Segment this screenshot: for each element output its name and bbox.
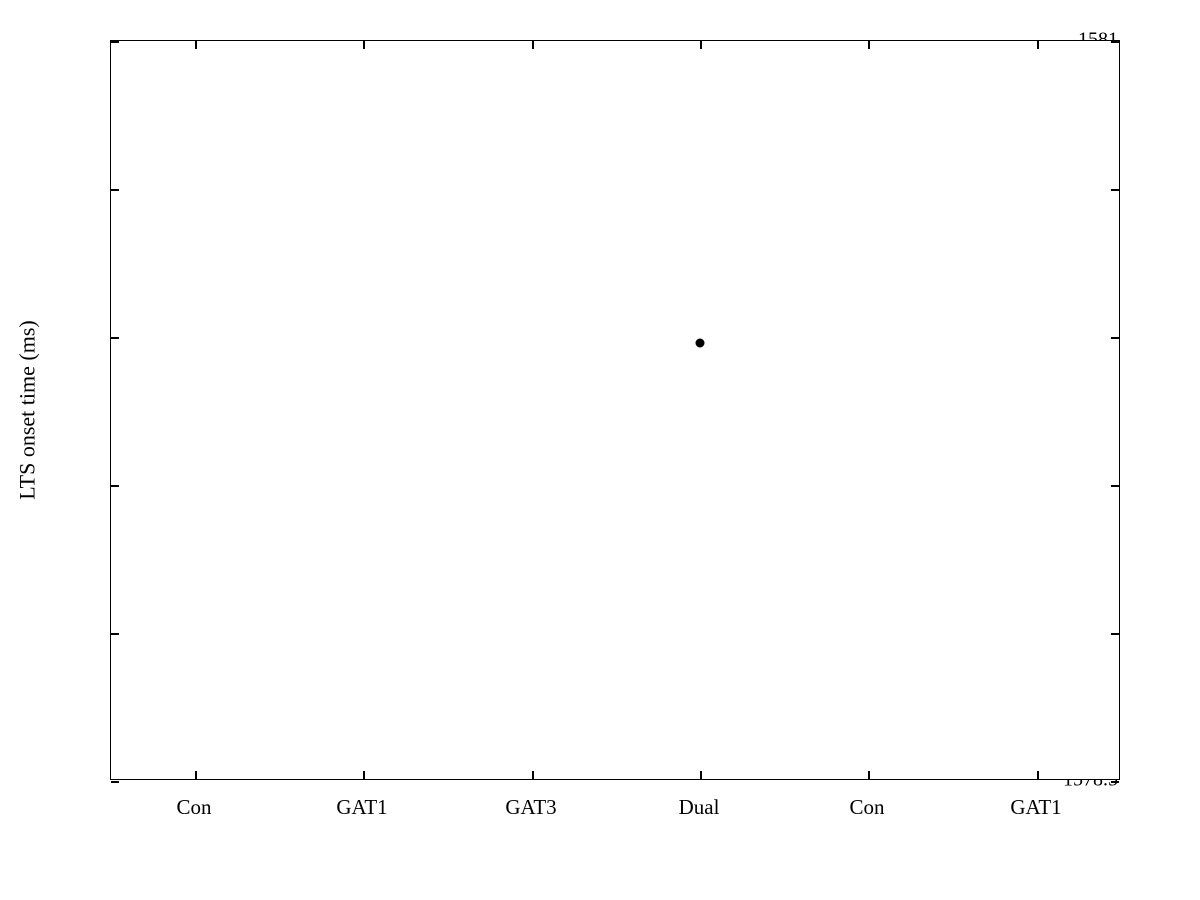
x-label-con2: Con [849,795,884,820]
x-label-gat1-2: GAT1 [1010,795,1061,820]
x-label-gat1: GAT1 [336,795,387,820]
plot-area [110,40,1120,780]
x-label-gat3: GAT3 [505,795,556,820]
x-label-dual: Dual [679,795,720,820]
data-point-dual [696,339,705,348]
chart-container: LTS onset time (ms) 1581 1580.5 1580 157… [0,0,1200,900]
y-axis-label: LTS onset time (ms) [15,320,41,499]
x-label-con1: Con [176,795,211,820]
